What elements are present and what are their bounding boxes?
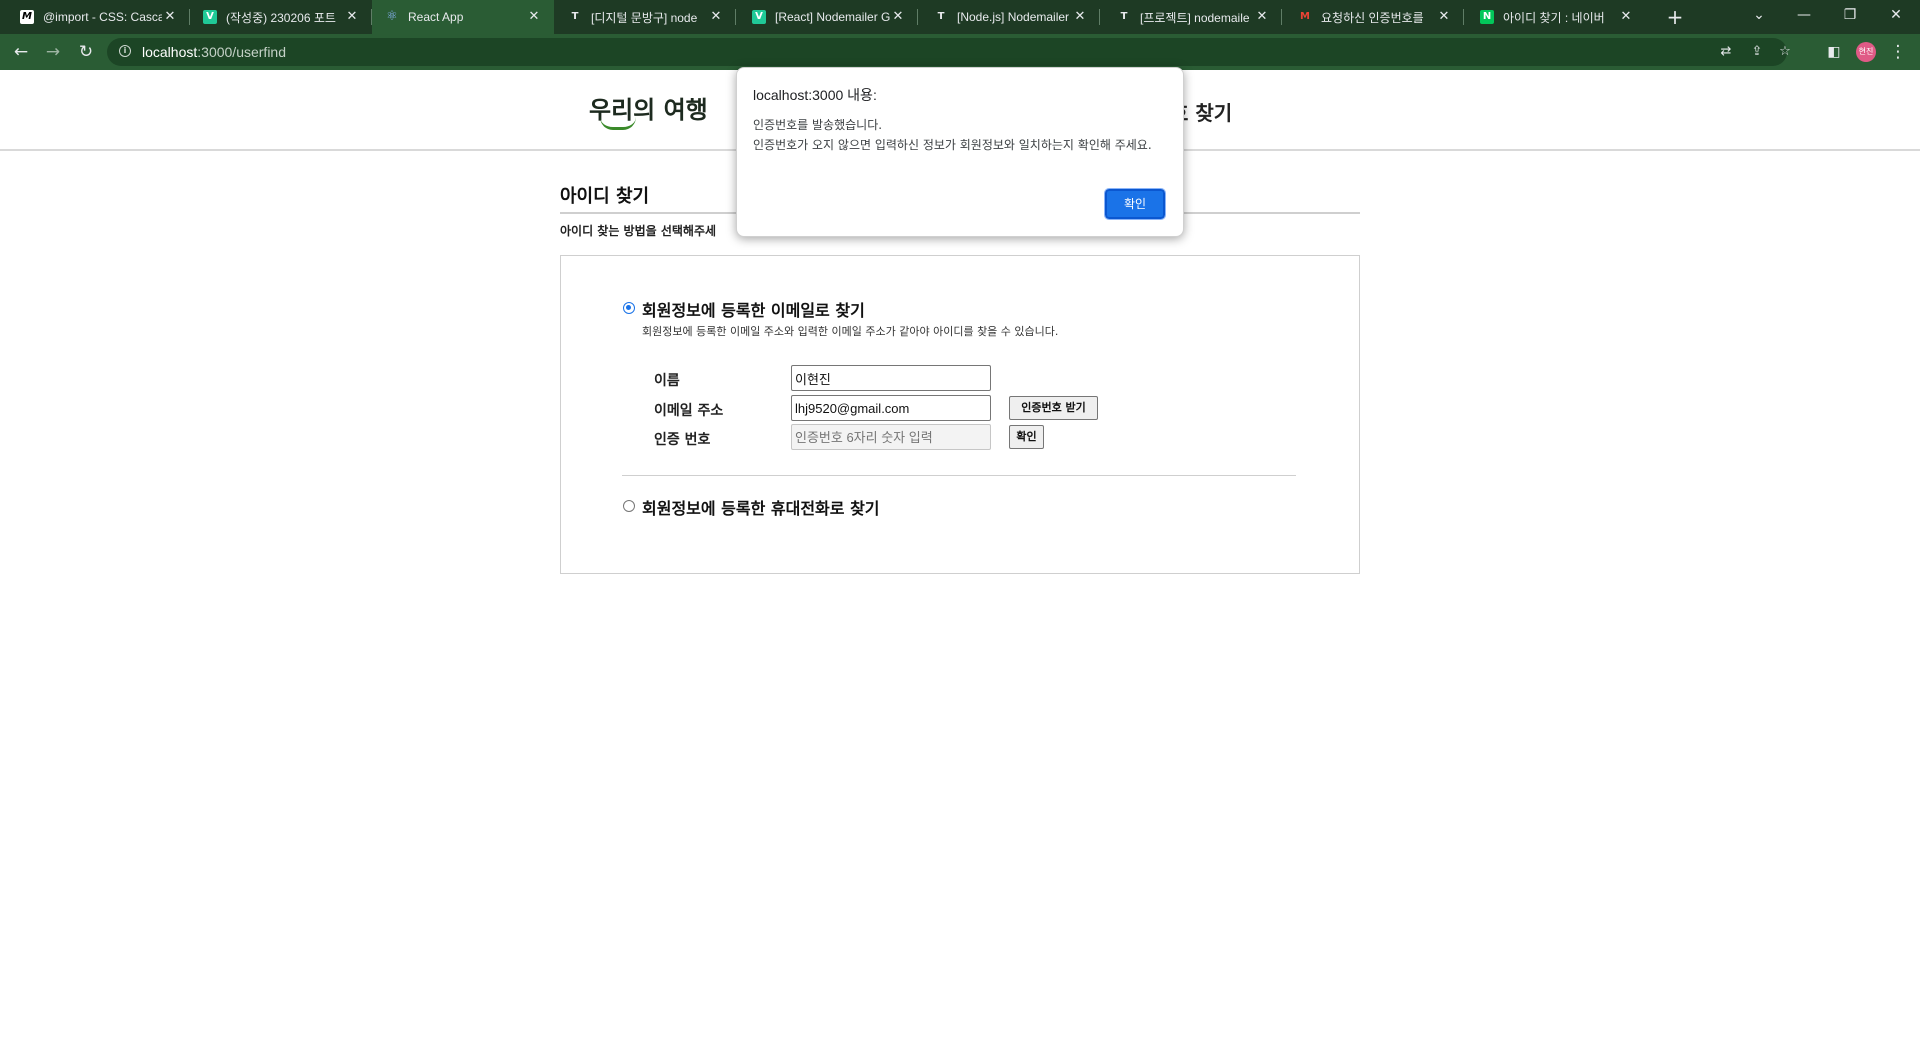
browser-tab[interactable]: N 아이디 찾기 : 네이버 ✕ (1464, 0, 1646, 34)
tistory-icon: T (937, 11, 945, 22)
close-tab-icon[interactable]: ✕ (890, 9, 906, 25)
close-tab-icon[interactable]: ✕ (526, 9, 542, 25)
close-window-icon[interactable]: ✕ (1873, 0, 1919, 30)
close-tab-icon[interactable]: ✕ (162, 9, 178, 25)
naver-icon: N (1480, 10, 1494, 24)
tab-title: [프로젝트] nodemaile (1140, 10, 1250, 25)
page-title: 아이디 찾기 (560, 186, 650, 207)
logo-smile-mark (600, 117, 636, 130)
email-label: 이메일 주소 (654, 403, 724, 419)
tab-title: 요청하신 인증번호를 (1321, 10, 1424, 25)
close-tab-icon[interactable]: ✕ (708, 9, 724, 25)
side-panel-icon[interactable]: ◧ (1822, 40, 1846, 64)
page-subtitle: 아이디 찾는 방법을 선택해주세 (560, 224, 717, 238)
close-tab-icon[interactable]: ✕ (1072, 9, 1088, 25)
close-tab-icon[interactable]: ✕ (1254, 9, 1270, 25)
email-option-label[interactable]: 회원정보에 등록한 이메일로 찾기 (642, 297, 865, 321)
send-code-button[interactable]: 인증번호 받기 (1009, 396, 1098, 420)
browser-toolbar: ← → ↻ i localhost:3000/userfind ⇄ ⇪ ☆ ◧ … (0, 34, 1920, 70)
browser-tab[interactable]: V (작성중) 230206 포트 ✕ (190, 0, 372, 34)
alert-line-1: 인증번호를 발송했습니다. (753, 118, 883, 132)
browser-tab[interactable]: T [디지털 문방구] node ✕ (554, 0, 736, 34)
browser-tab[interactable]: M 요청하신 인증번호를 ✕ (1282, 0, 1464, 34)
alert-message: 인증번호를 발송했습니다. 인증번호가 오지 않으면 입력하신 정보가 회원정보… (753, 115, 1173, 155)
mdn-icon: M (20, 10, 34, 24)
tab-title: @import - CSS: Cascad (43, 10, 162, 24)
site-info-icon[interactable]: i (119, 45, 131, 57)
browser-tab[interactable]: T [프로젝트] nodemaile ✕ (1100, 0, 1282, 34)
tab-strip: M @import - CSS: Cascad ✕ V (작성중) 230206… (0, 0, 1920, 34)
tab-search-chevron-icon[interactable]: ⌄ (1736, 0, 1782, 30)
phone-option-radio[interactable] (623, 500, 635, 512)
browser-tab[interactable]: M @import - CSS: Cascad ✕ (0, 0, 190, 34)
phone-option-label[interactable]: 회원정보에 등록한 휴대전화로 찾기 (642, 495, 880, 519)
browser-tab[interactable]: V [React] Nodemailer G ✕ (736, 0, 918, 34)
browser-tab-active[interactable]: ⚛ React App ✕ (372, 0, 554, 34)
alert-title: localhost:3000 내용: (753, 87, 877, 103)
minimize-icon[interactable]: — (1781, 0, 1827, 30)
name-label: 이름 (654, 373, 680, 389)
email-option-radio[interactable] (623, 302, 635, 314)
name-field[interactable] (791, 365, 991, 391)
tab-title: [디지털 문방구] node (591, 10, 698, 25)
address-bar[interactable]: i localhost:3000/userfind ⇄ ⇪ ☆ (107, 38, 1791, 66)
tab-title: [Node.js] Nodemailer (957, 10, 1070, 24)
tistory-icon: T (571, 11, 579, 22)
tab-title: [React] Nodemailer G (775, 10, 890, 24)
code-label: 인증 번호 (654, 432, 711, 448)
close-tab-icon[interactable]: ✕ (1618, 9, 1634, 25)
tistory-icon: T (1120, 11, 1128, 22)
confirm-code-button[interactable]: 확인 (1009, 425, 1044, 449)
close-tab-icon[interactable]: ✕ (1436, 9, 1452, 25)
email-option-desc: 회원정보에 등록한 이메일 주소와 입력한 이메일 주소가 같아야 아이디를 찾… (642, 325, 1059, 338)
code-field[interactable] (791, 424, 991, 450)
profile-avatar[interactable]: 현진 (1856, 42, 1876, 62)
alert-line-2: 인증번호가 오지 않으면 입력하신 정보가 회원정보와 일치하는지 확인해 주세… (753, 138, 1152, 152)
bookmark-star-icon[interactable]: ☆ (1776, 43, 1794, 61)
close-tab-icon[interactable]: ✕ (344, 9, 360, 25)
new-tab-button[interactable]: + (1663, 5, 1687, 29)
velog-icon: V (752, 10, 766, 24)
gmail-icon: M (1300, 11, 1310, 22)
forward-icon[interactable]: → (41, 40, 65, 64)
menu-kebab-icon[interactable]: ⋮ (1886, 40, 1910, 64)
options-divider (622, 475, 1296, 476)
tab-title: React App (408, 10, 464, 24)
url-text[interactable]: localhost:3000/userfind (142, 44, 286, 60)
tab-title: 아이디 찾기 : 네이버 (1503, 10, 1605, 25)
alert-ok-button[interactable]: 확인 (1104, 188, 1166, 220)
react-icon: ⚛ (386, 9, 398, 24)
email-field[interactable] (791, 395, 991, 421)
velog-icon: V (203, 10, 217, 24)
restore-icon[interactable]: ❐ (1827, 0, 1873, 30)
translate-icon[interactable]: ⇄ (1717, 43, 1735, 61)
alert-dialog: localhost:3000 내용: 인증번호를 발송했습니다. 인증번호가 오… (736, 67, 1184, 237)
reload-icon[interactable]: ↻ (74, 40, 98, 64)
back-icon[interactable]: ← (9, 40, 33, 64)
browser-tab[interactable]: T [Node.js] Nodemailer ✕ (918, 0, 1100, 34)
tab-title: (작성중) 230206 포트 (226, 10, 336, 25)
share-icon[interactable]: ⇪ (1748, 43, 1766, 61)
